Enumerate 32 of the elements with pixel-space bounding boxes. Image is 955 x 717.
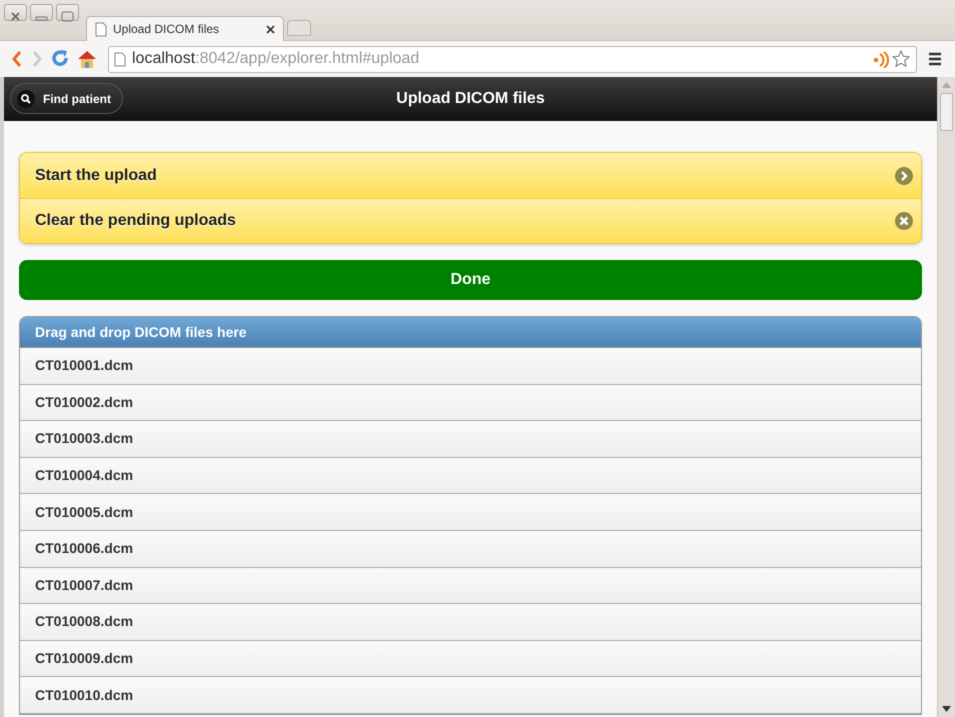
minimize-icon[interactable]	[30, 4, 53, 21]
url-host: localhost	[132, 49, 196, 69]
scrollbar-thumb[interactable]	[940, 93, 953, 131]
clear-uploads-button[interactable]: Clear the pending uploads	[20, 198, 921, 243]
reload-icon[interactable]	[50, 49, 70, 69]
drop-zone-title: Drag and drop DICOM files here	[20, 317, 921, 348]
close-icon[interactable]	[4, 4, 27, 21]
menu-icon[interactable]	[927, 52, 943, 66]
file-row: CT010007.dcm	[20, 568, 921, 604]
browser-tab[interactable]: Upload DICOM files	[86, 16, 284, 41]
chevron-right-icon	[895, 166, 913, 184]
scroll-down-icon[interactable]	[942, 706, 951, 712]
url-path: :8042/app/explorer.html#upload	[195, 49, 420, 69]
back-icon[interactable]	[10, 50, 24, 68]
page-title: Upload DICOM files	[396, 89, 545, 109]
file-row: CT010002.dcm	[20, 384, 921, 422]
home-icon[interactable]	[76, 49, 98, 69]
close-icon	[895, 212, 913, 230]
scrollbar[interactable]	[937, 77, 955, 717]
page-icon	[114, 52, 126, 66]
star-icon[interactable]	[891, 49, 911, 69]
tab-title: Upload DICOM files	[113, 21, 220, 38]
search-icon	[17, 90, 35, 108]
find-patient-button[interactable]: Find patient	[10, 83, 123, 114]
drop-zone[interactable]: Drag and drop DICOM files here CT010001.dcm CT010002.dcm CT010003.dcm CT010004.dcm CT010005.dcm CT010006.dcm CT010007.dcm CT010008.dcm CT010009.dcm CT010010.dcm	[19, 316, 922, 715]
close-icon[interactable]	[266, 24, 275, 34]
maximize-icon[interactable]	[56, 4, 79, 21]
address-bar[interactable]: localhost:8042/app/explorer.html#upload	[108, 46, 917, 72]
feed-icon[interactable]	[873, 50, 889, 68]
page-icon	[95, 22, 107, 36]
done-button[interactable]: Done	[19, 260, 922, 300]
start-upload-button[interactable]: Start the upload	[20, 153, 921, 198]
